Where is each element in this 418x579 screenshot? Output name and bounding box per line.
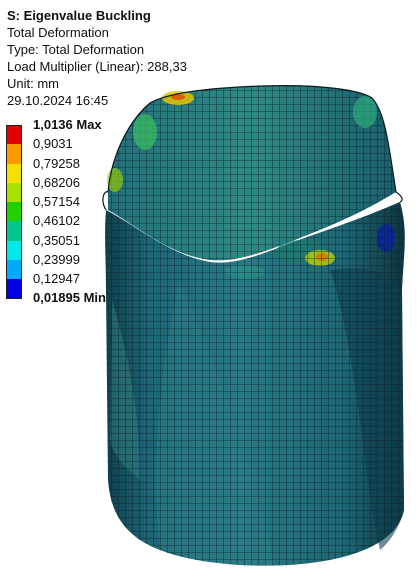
- deformed-cylinder-model[interactable]: [0, 0, 418, 579]
- outer-wall: [105, 202, 405, 566]
